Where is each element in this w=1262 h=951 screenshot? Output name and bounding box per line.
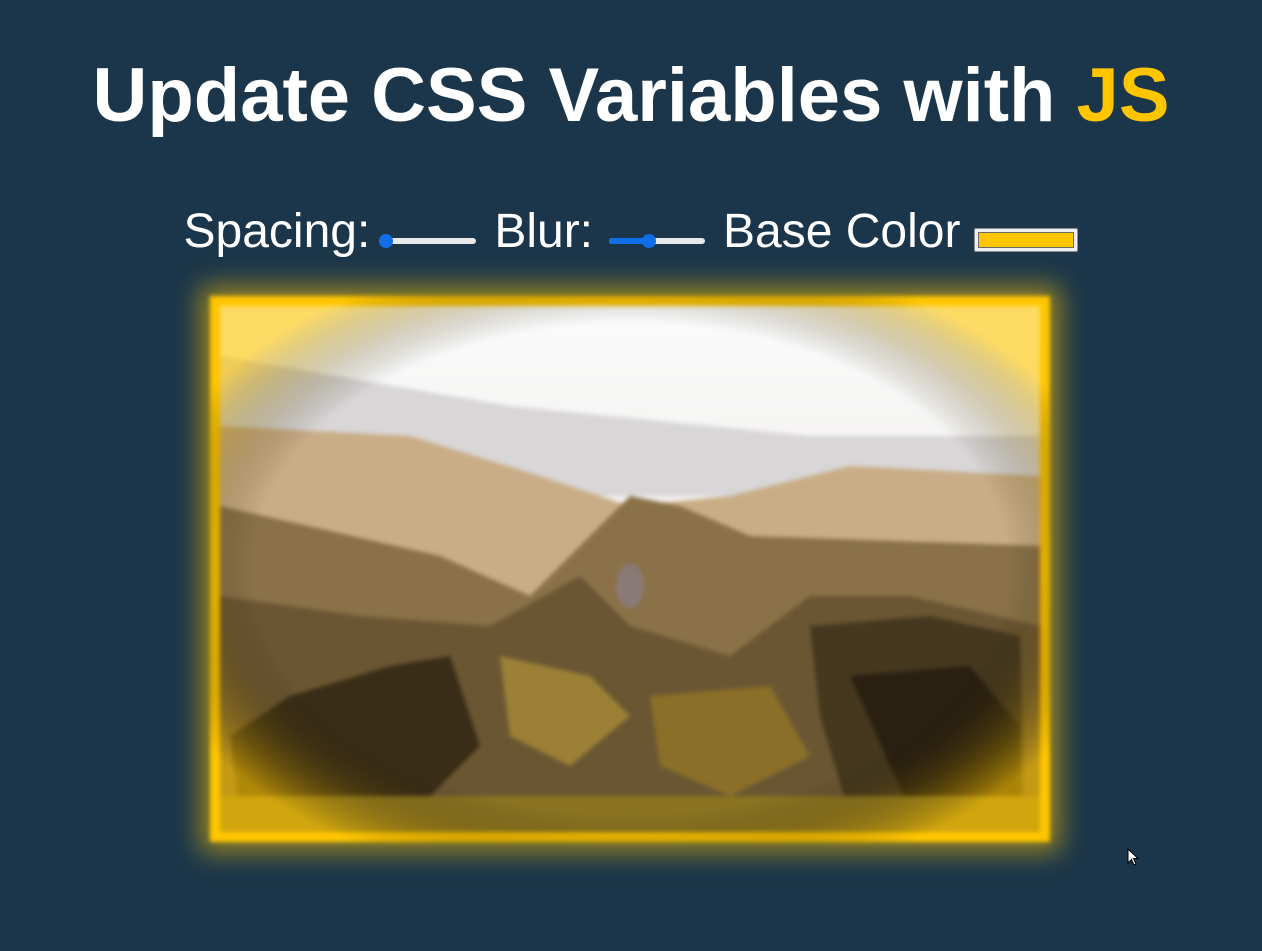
title-highlight: JS xyxy=(1076,53,1170,138)
blur-label: Blur: xyxy=(494,204,594,258)
base-color-swatch xyxy=(978,232,1075,248)
page-title: Update CSS Variables with JS xyxy=(0,52,1262,140)
mouse-pointer-icon xyxy=(1127,848,1140,866)
spacing-slider-thumb[interactable] xyxy=(379,234,394,248)
blur-slider-thumb[interactable] xyxy=(642,234,657,248)
spacing-slider[interactable] xyxy=(379,234,477,248)
blur-slider[interactable] xyxy=(609,234,706,248)
landscape-image-frame xyxy=(210,296,1050,842)
base-color-picker[interactable] xyxy=(974,228,1079,252)
spacing-label: Spacing: xyxy=(183,204,371,258)
landscape-photo xyxy=(210,296,1050,842)
base-color-label: Base Color xyxy=(723,204,961,258)
controls-bar: Spacing: Blur: Base Color xyxy=(0,203,1262,259)
page: Update CSS Variables with JS Spacing: Bl… xyxy=(0,0,1262,951)
title-text: Update CSS Variables with xyxy=(92,53,1077,138)
